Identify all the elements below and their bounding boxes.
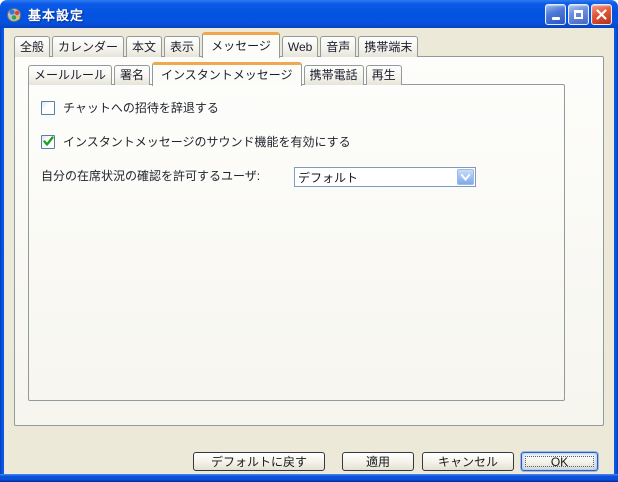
presence-user-selected-value: デフォルト xyxy=(295,169,457,186)
im-sound-row: インスタントメッセージのサウンド機能を有効にする xyxy=(41,133,351,150)
presence-permission-row: 自分の在席状況の確認を許可するユーザ: デフォルト xyxy=(41,167,556,184)
instant-message-panel: チャットへの招待を辞退する インスタントメッセージのサウンド機能を有効にする 自… xyxy=(28,84,565,401)
tab-calendar[interactable]: カレンダー xyxy=(52,36,124,57)
tab-instant-message[interactable]: インスタントメッセージ xyxy=(152,62,302,86)
tab-web[interactable]: Web xyxy=(282,36,318,57)
window-border-right xyxy=(614,28,618,482)
tab-audio[interactable]: 音声 xyxy=(320,36,356,57)
tab-playback[interactable]: 再生 xyxy=(366,65,402,85)
tab-signature[interactable]: 署名 xyxy=(114,65,150,85)
app-icon xyxy=(6,6,23,23)
title-bar: 基本設定 xyxy=(0,0,618,28)
checkmark-icon xyxy=(43,136,54,147)
close-button[interactable] xyxy=(591,4,612,25)
preferences-dialog: 基本設定 全般 カレンダー 本文 表示 メッセージ Web xyxy=(0,0,618,482)
chevron-down-icon xyxy=(461,174,470,181)
tab-body[interactable]: 本文 xyxy=(126,36,162,57)
tab-display[interactable]: 表示 xyxy=(164,36,200,57)
decline-chat-row: チャットへの招待を辞退する xyxy=(41,99,219,116)
outer-tab-strip: 全般 カレンダー 本文 表示 メッセージ Web 音声 携帯端末 xyxy=(14,31,418,57)
maximize-icon xyxy=(574,10,583,19)
minimize-icon xyxy=(552,17,560,20)
close-icon xyxy=(596,9,607,20)
window-title: 基本設定 xyxy=(28,5,545,24)
im-sound-label[interactable]: インスタントメッセージのサウンド機能を有効にする xyxy=(63,133,351,150)
presence-user-dropdown-button[interactable] xyxy=(457,169,474,185)
presence-permission-label: 自分の在席状況の確認を許可するユーザ: xyxy=(41,167,260,184)
window-border-bottom xyxy=(0,474,618,482)
tab-general[interactable]: 全般 xyxy=(14,36,50,57)
decline-chat-checkbox[interactable] xyxy=(41,101,55,115)
decline-chat-label[interactable]: チャットへの招待を辞退する xyxy=(63,99,219,116)
tab-mobile-phone[interactable]: 携帯電話 xyxy=(304,65,364,85)
maximize-button[interactable] xyxy=(568,4,589,25)
presence-user-select[interactable]: デフォルト xyxy=(294,167,476,187)
im-sound-checkbox[interactable] xyxy=(41,135,55,149)
cancel-button[interactable]: キャンセル xyxy=(422,452,514,471)
tab-mail-rules[interactable]: メールルール xyxy=(28,65,112,85)
restore-defaults-button[interactable]: デフォルトに戻す xyxy=(193,452,325,471)
minimize-button[interactable] xyxy=(545,4,566,25)
apply-button[interactable]: 適用 xyxy=(342,452,414,471)
tab-mobile-device[interactable]: 携帯端末 xyxy=(358,36,418,57)
tab-message[interactable]: メッセージ xyxy=(202,32,280,58)
dialog-client-area: 全般 カレンダー 本文 表示 メッセージ Web 音声 携帯端末 メールルール … xyxy=(4,28,614,474)
inner-tab-strip: メールルール 署名 インスタントメッセージ 携帯電話 再生 xyxy=(28,61,402,85)
ok-button[interactable]: OK xyxy=(521,452,598,471)
